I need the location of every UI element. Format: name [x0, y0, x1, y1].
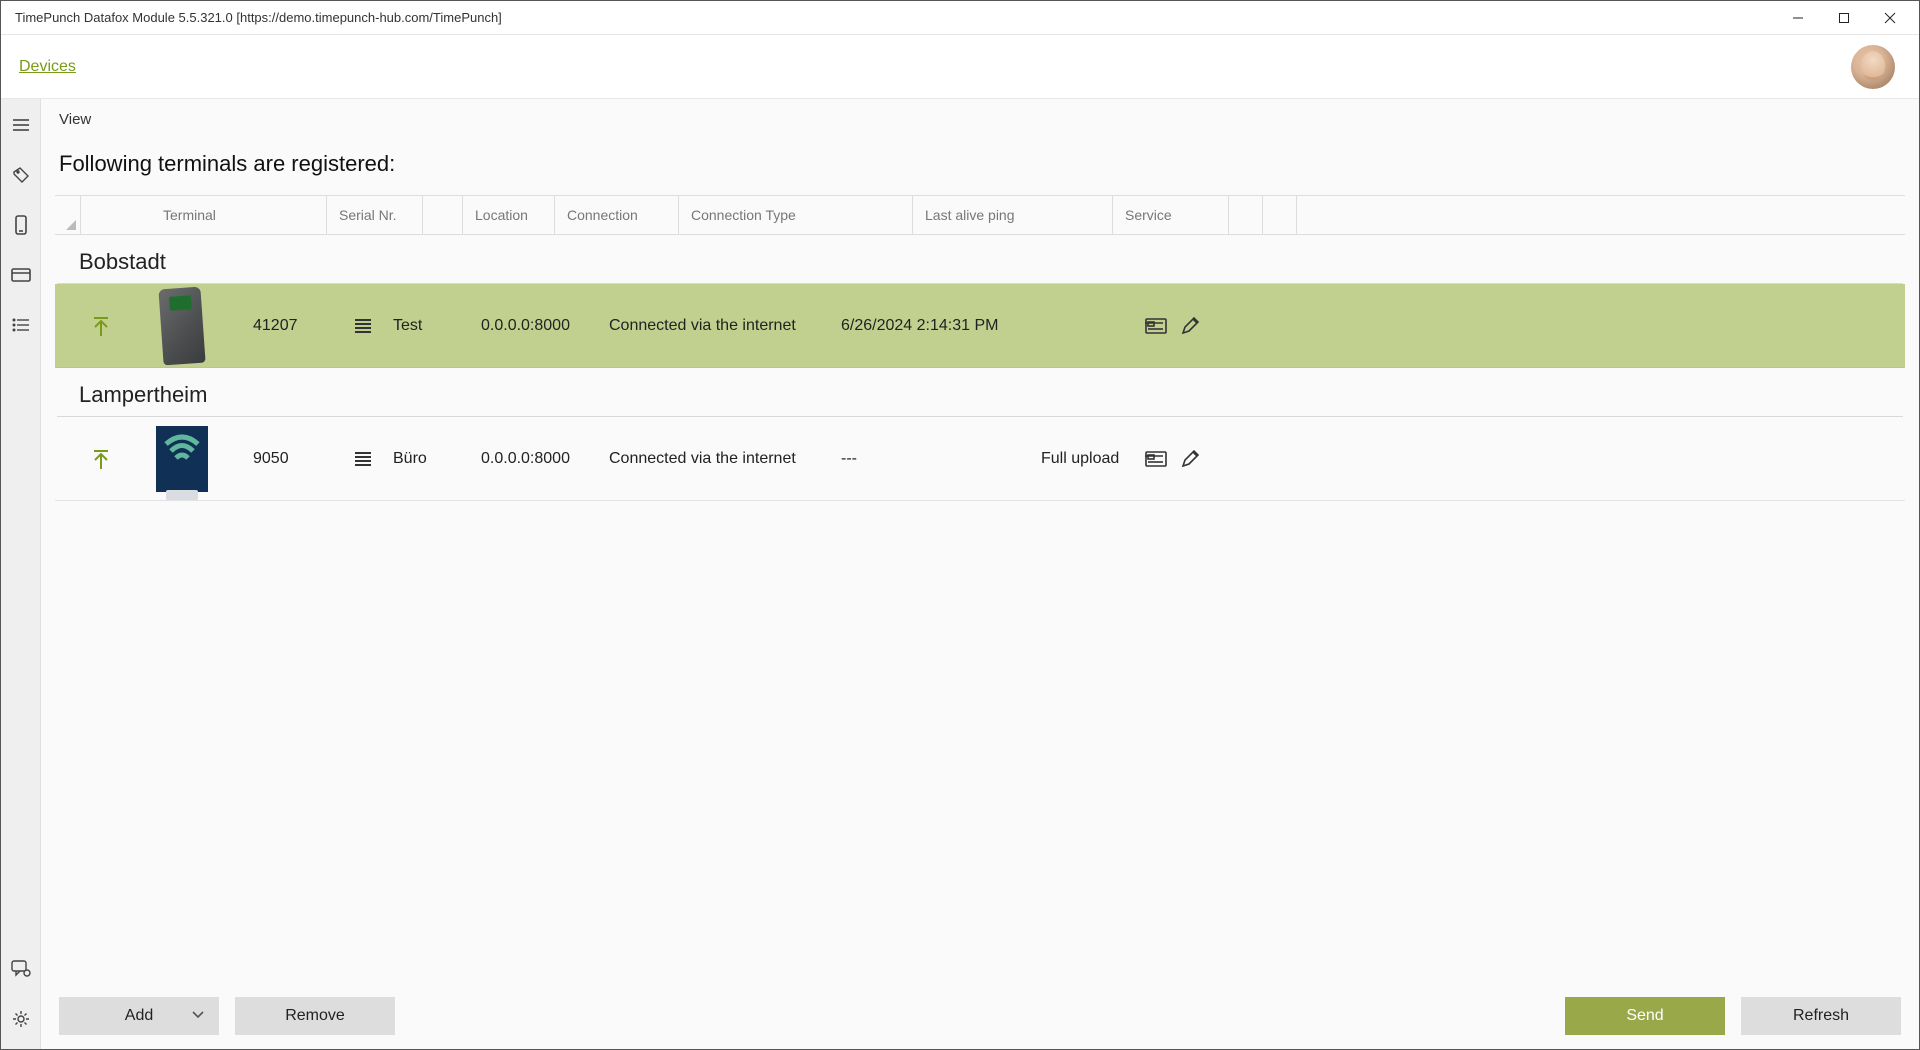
hamburger-icon[interactable] [1, 109, 41, 141]
window-titlebar: TimePunch Datafox Module 5.5.321.0 [http… [1, 1, 1919, 35]
col-terminal[interactable]: Terminal [151, 196, 327, 234]
avatar[interactable] [1851, 45, 1895, 89]
cell-serial: 9050 [243, 450, 343, 468]
table-header-row: Terminal Serial Nr. Location Connection … [55, 195, 1905, 235]
col-serial[interactable]: Serial Nr. [327, 196, 423, 234]
chevron-down-icon [191, 1007, 205, 1025]
col-connection[interactable]: Connection [555, 196, 679, 234]
pencil-icon[interactable] [1173, 316, 1207, 336]
col-location[interactable]: Location [463, 196, 555, 234]
main-content: View Following terminals are registered:… [41, 99, 1919, 1049]
window-close-button[interactable] [1867, 2, 1913, 34]
page-title: Following terminals are registered: [41, 139, 1919, 195]
add-button-label: Add [125, 1007, 153, 1025]
device-thumbnail [121, 426, 243, 492]
send-button[interactable]: Send [1565, 997, 1725, 1035]
table-row[interactable]: 9050 Büro0.0.0.0:8000Connected via the in… [55, 417, 1905, 501]
sidebar [1, 99, 41, 1049]
id-card-icon[interactable] [1139, 451, 1173, 467]
list-lines-icon[interactable] [343, 318, 383, 334]
upload-arrow-icon[interactable] [81, 314, 121, 338]
cell-location: Büro [383, 450, 471, 468]
list-icon[interactable] [1, 309, 41, 341]
cell-connection: 0.0.0.0:8000 [471, 450, 599, 468]
cell-ping: --- [831, 450, 1031, 468]
device-icon[interactable] [1, 209, 41, 241]
cell-serial: 41207 [243, 317, 343, 335]
card-icon[interactable] [1, 259, 41, 291]
cell-connection-type: Connected via the internet [599, 450, 831, 468]
cell-ping: 6/26/2024 2:14:31 PM [831, 317, 1031, 335]
breadcrumb-devices[interactable]: Devices [19, 58, 76, 76]
window-maximize-button[interactable] [1821, 2, 1867, 34]
pencil-icon[interactable] [1173, 449, 1207, 469]
cell-connection: 0.0.0.0:8000 [471, 317, 599, 335]
cell-location: Test [383, 317, 471, 335]
table-corner[interactable] [55, 196, 81, 234]
tag-icon[interactable] [1, 159, 41, 191]
feedback-icon[interactable] [1, 953, 41, 985]
window-minimize-button[interactable] [1775, 2, 1821, 34]
gear-icon[interactable] [1, 1003, 41, 1035]
window-title: TimePunch Datafox Module 5.5.321.0 [http… [15, 10, 1775, 25]
col-service[interactable]: Service [1113, 196, 1229, 234]
cell-connection-type: Connected via the internet [599, 317, 831, 335]
id-card-icon[interactable] [1139, 318, 1173, 334]
col-connection-type[interactable]: Connection Type [679, 196, 913, 234]
table-row[interactable]: 41207 Test0.0.0.0:8000Connected via the i… [55, 284, 1905, 368]
add-button[interactable]: Add [59, 997, 219, 1035]
group-header[interactable]: Bobstadt [55, 235, 1905, 283]
remove-button[interactable]: Remove [235, 997, 395, 1035]
list-lines-icon[interactable] [343, 451, 383, 467]
col-last-ping[interactable]: Last alive ping [913, 196, 1113, 234]
header-bar: Devices [1, 35, 1919, 99]
cell-service: Full upload [1031, 450, 1139, 468]
footer-bar: Add Remove Send Refresh [41, 983, 1919, 1049]
terminals-table: Terminal Serial Nr. Location Connection … [55, 195, 1905, 501]
group-header[interactable]: Lampertheim [55, 368, 1905, 416]
view-menu[interactable]: View [41, 99, 1919, 139]
device-thumbnail [121, 288, 243, 364]
upload-arrow-icon[interactable] [81, 447, 121, 471]
refresh-button[interactable]: Refresh [1741, 997, 1901, 1035]
